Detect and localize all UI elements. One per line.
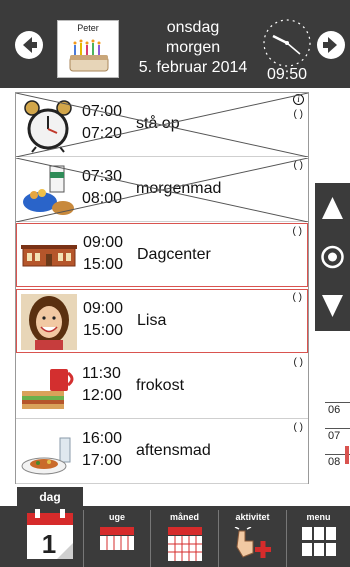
timeline-hour-label: 08	[328, 456, 341, 468]
scroll-controls	[315, 183, 350, 331]
timeline-tick	[325, 428, 350, 429]
activity-row-dinner[interactable]: 16:00 17:00 aftensmad ( )	[16, 420, 308, 484]
scroll-down-icon[interactable]	[315, 283, 350, 331]
start-time: 16:00	[82, 430, 123, 447]
building-icon	[21, 245, 77, 267]
activity-row-lunch[interactable]: 11:30 12:00 frokost ( )	[16, 355, 308, 419]
start-time: 11:30	[82, 365, 121, 382]
alarm-clock-icon	[24, 100, 72, 153]
dinner-icon	[21, 437, 71, 475]
tab-day-label: dag	[39, 490, 61, 504]
top-bar: Peter onsdag morgen 5. februar 2014 09:5…	[0, 0, 350, 88]
tab-activity[interactable]: aktivitet	[218, 510, 286, 567]
duration-indicator-icon: ( )	[293, 160, 303, 171]
start-time: 09:00	[83, 234, 124, 251]
timeline-hour-label: 07	[328, 430, 341, 442]
end-time: 15:00	[83, 256, 124, 273]
current-time-marker	[345, 446, 349, 464]
tab-month[interactable]: måned	[150, 510, 218, 567]
tab-menu[interactable]: menu	[286, 510, 350, 567]
activity-title: morgenmad	[136, 180, 222, 197]
start-time: 07:00	[82, 103, 123, 120]
activity-row-breakfast[interactable]: 07:30 08:00 morgenmad ( )	[16, 158, 308, 222]
duration-indicator-icon: ( )	[293, 357, 303, 368]
tab-day[interactable]: dag 1	[17, 487, 83, 567]
activity-title: Lisa	[137, 312, 167, 329]
period-label: morgen	[165, 39, 221, 56]
start-time: 09:00	[83, 300, 124, 317]
week-calendar-icon	[100, 527, 134, 550]
lunch-icon	[22, 369, 74, 409]
digital-clock: 09:50	[266, 66, 308, 83]
activity-row-stand-up[interactable]: 07:00 07:20 stå op i ( )	[16, 93, 308, 157]
day-calendar-icon: 1	[27, 509, 73, 559]
next-day-arrow-icon[interactable]	[316, 30, 346, 60]
tab-month-label: måned	[169, 512, 199, 522]
scroll-to-now-icon[interactable]	[315, 233, 350, 281]
scroll-up-icon[interactable]	[315, 183, 350, 231]
end-time: 15:00	[83, 322, 124, 339]
activity-title: Dagcenter	[137, 246, 211, 263]
tab-week[interactable]: uge	[83, 510, 150, 567]
mini-timeline[interactable]: 06 07 08	[325, 402, 350, 482]
end-time: 17:00	[82, 452, 123, 469]
profile-name: Peter	[77, 23, 99, 33]
menu-grid-icon	[301, 527, 336, 556]
tab-activity-label: aktivitet	[235, 512, 270, 522]
svg-text:1: 1	[42, 529, 56, 559]
month-calendar-icon	[167, 527, 202, 561]
timeline-hour-label: 06	[328, 404, 341, 416]
tab-menu-label: menu	[306, 512, 331, 522]
end-time: 07:20	[82, 125, 123, 142]
activity-row-lisa[interactable]: 09:00 15:00 Lisa ( )	[16, 289, 308, 353]
person-photo-icon	[21, 294, 77, 350]
duration-indicator-icon: ( )	[292, 226, 302, 237]
activity-title: frokost	[136, 377, 185, 394]
activity-times: 07:00 07:20	[82, 101, 122, 145]
end-time: 08:00	[82, 190, 123, 207]
activity-times: 09:00 15:00	[83, 298, 123, 342]
timeline-tick	[325, 402, 350, 403]
profile-picture[interactable]: Peter	[57, 20, 119, 78]
duration-indicator-icon: ( )	[293, 422, 303, 433]
activity-times: 07:30 08:00	[82, 166, 122, 210]
activity-times: 09:00 15:00	[83, 232, 123, 276]
duration-indicator-icon: ( )	[293, 109, 303, 120]
end-time: 12:00	[82, 387, 123, 404]
activity-times: 11:30 12:00	[82, 363, 122, 407]
activity-row-day-center[interactable]: 09:00 15:00 Dagcenter ( )	[16, 223, 308, 287]
activity-list[interactable]: 07:00 07:20 stå op i ( ) 07:30 08:00 mor…	[15, 92, 309, 484]
duration-indicator-icon: ( )	[292, 292, 302, 303]
activity-title: stå op	[136, 115, 180, 132]
date-display: onsdag morgen 5. februar 2014	[128, 18, 258, 78]
analog-clock-icon	[263, 19, 311, 67]
breakfast-icon	[23, 165, 74, 215]
activity-times: 16:00 17:00	[82, 428, 122, 472]
activity-title: aftensmad	[136, 442, 211, 459]
add-activity-hand-icon	[234, 527, 271, 558]
start-time: 07:30	[82, 168, 123, 185]
birthday-cake-icon	[69, 39, 109, 72]
previous-day-arrow-icon[interactable]	[14, 30, 44, 60]
date-label: 5. februar 2014	[138, 59, 248, 76]
weekday-label: onsdag	[166, 19, 220, 36]
info-icon[interactable]: i	[293, 94, 304, 105]
tab-week-label: uge	[108, 512, 125, 522]
